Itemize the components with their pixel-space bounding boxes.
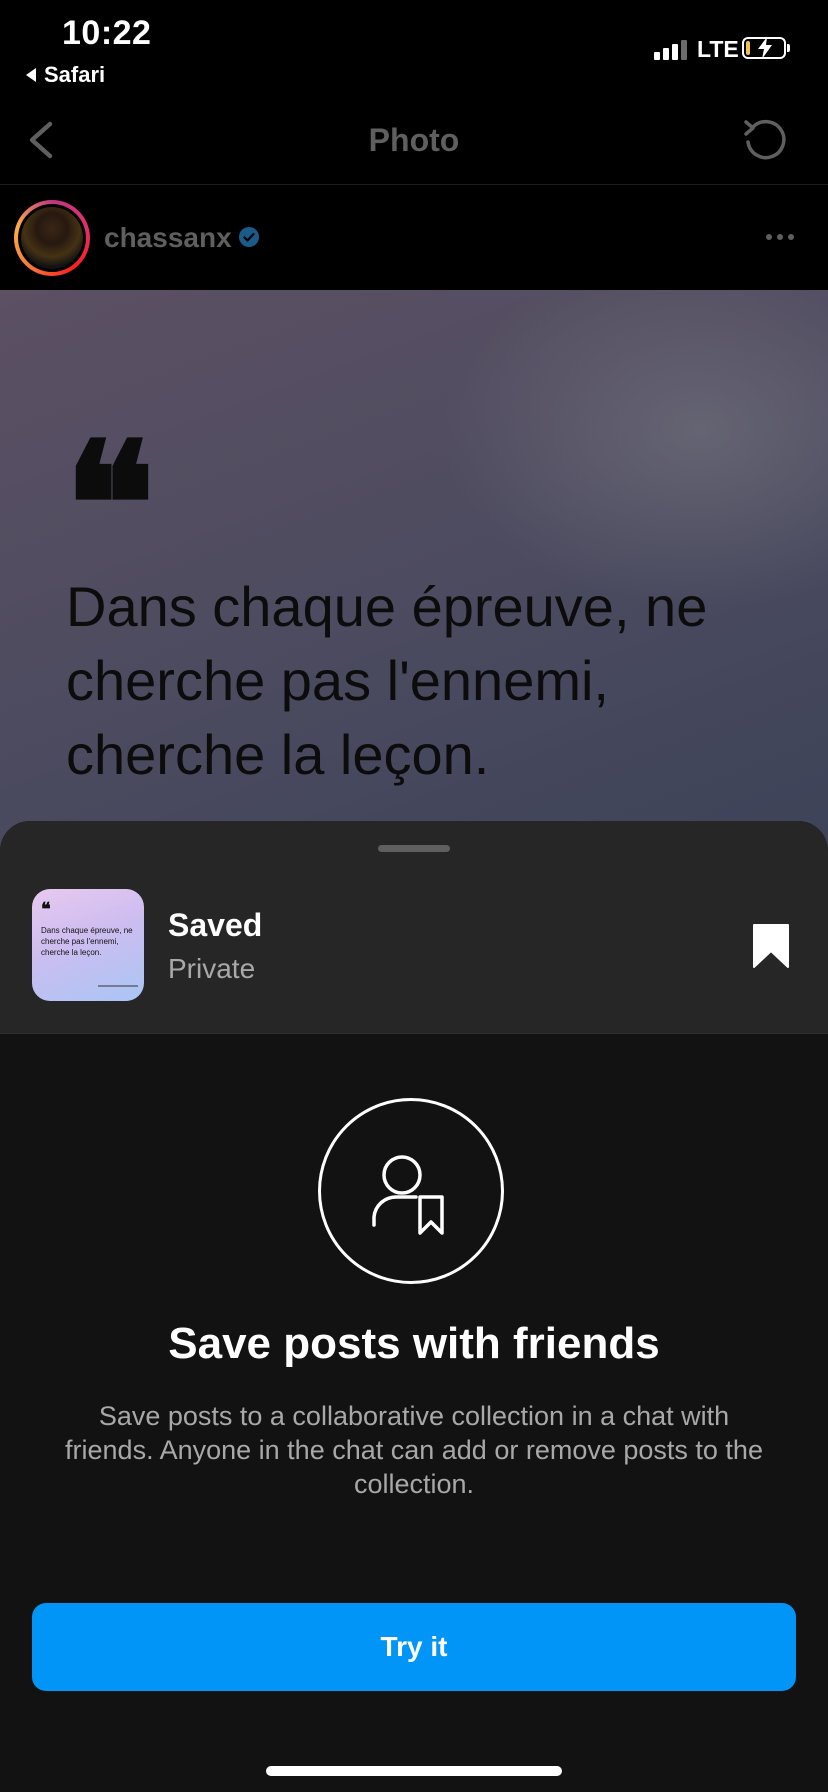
sheet-grabber[interactable] [378,845,450,852]
page-title: Photo [368,122,460,158]
quote-text: Dans chaque épreuve, ne cherche pas l'en… [66,575,708,786]
thumbnail-signature [98,983,138,991]
saved-row[interactable]: ❝ Dans chaque épreuve, ne cherche pas l'… [0,821,828,1033]
saved-privacy-label: Private [168,953,256,984]
back-triangle-icon [26,68,36,82]
battery-cap [787,44,790,52]
back-to-safari-link[interactable]: Safari [26,62,105,88]
more-dot-icon [766,234,772,240]
status-bar: 10:22 Safari LTE [0,0,828,100]
saved-title: Saved [168,907,263,943]
charging-bolt-icon [758,37,772,59]
status-time: 10:22 [62,14,152,52]
feature-title: Save posts with friends [168,1319,660,1368]
home-indicator [266,1766,562,1776]
verified-badge-icon [239,227,259,247]
quote-mark: ❝ [64,405,156,605]
post-thumbnail: ❝ Dans chaque épreuve, ne cherche pas l'… [32,889,144,1001]
nav-bar: Photo [0,100,828,184]
refresh-button[interactable] [740,114,790,164]
sheet-divider [0,1033,828,1034]
battery-level [746,41,750,55]
avatar[interactable] [14,200,90,276]
save-bottom-sheet: ❝ Dans chaque épreuve, ne cherche pas l'… [0,821,828,1792]
back-app-label: Safari [44,62,106,87]
try-it-button[interactable]: Try it [32,1603,796,1691]
thumbnail-text: Dans chaque épreuve, ne cherche pas l'en… [41,926,133,957]
network-type: LTE [697,36,739,62]
cellular-signal-icon [654,40,687,60]
more-dot-icon [777,234,783,240]
post-image[interactable]: ❝ Dans chaque épreuve, ne cherche pas l'… [0,290,828,850]
bookmark-filled-icon[interactable] [752,923,790,969]
more-options-button[interactable] [766,234,794,240]
more-dot-icon [788,234,794,240]
feature-description: Save posts to a collaborative collection… [65,1401,763,1499]
username[interactable]: chassanx [104,222,232,254]
nav-divider [0,184,828,185]
thumbnail-quote-mark: ❝ [41,899,51,920]
refresh-icon [744,119,786,160]
person-bookmark-icon [372,1155,444,1235]
post-header: chassanx [0,186,828,290]
battery-icon [742,37,786,59]
